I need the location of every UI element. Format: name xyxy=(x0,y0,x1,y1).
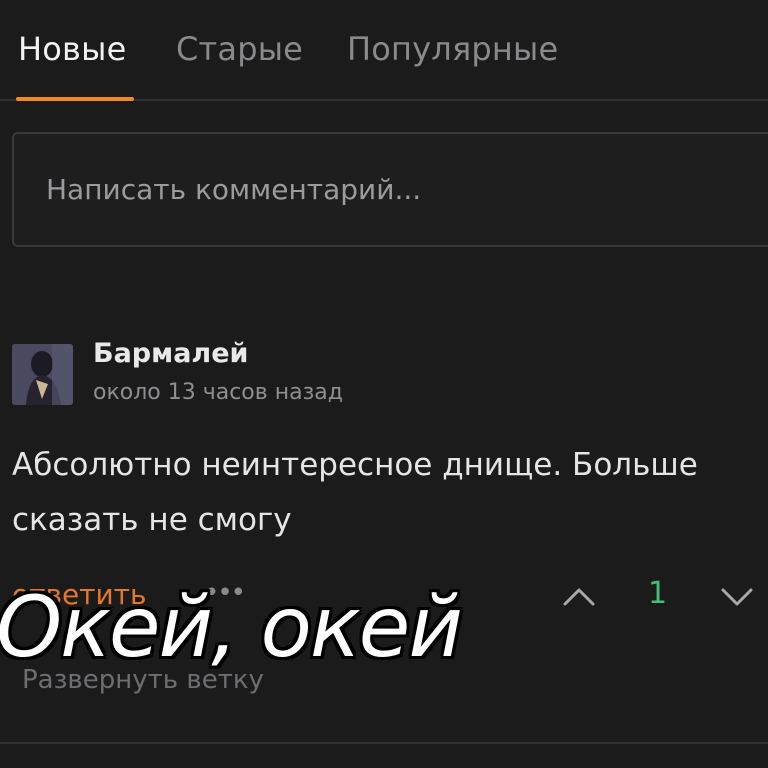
tab-new[interactable]: Новые xyxy=(18,30,126,68)
comment-timestamp: около 13 часов назад xyxy=(93,380,343,405)
overlay-caption: Окей, окей xyxy=(0,578,463,676)
avatar[interactable] xyxy=(12,344,73,405)
sort-tabs: Новые Старые Популярные xyxy=(0,0,768,101)
active-tab-indicator xyxy=(16,97,134,101)
avatar-image xyxy=(12,344,73,405)
tab-popular[interactable]: Популярные xyxy=(347,30,558,68)
comment-author[interactable]: Бармалей xyxy=(93,338,248,369)
vote-count: 1 xyxy=(648,576,668,611)
comment-input[interactable] xyxy=(12,132,768,247)
upvote-chevron-up-icon[interactable] xyxy=(560,580,598,610)
downvote-chevron-down-icon[interactable] xyxy=(718,580,756,610)
tab-old[interactable]: Старые xyxy=(176,30,303,68)
divider xyxy=(0,742,768,744)
comment-body: Абсолютно неинтересное днище. Больше ска… xyxy=(12,447,698,538)
